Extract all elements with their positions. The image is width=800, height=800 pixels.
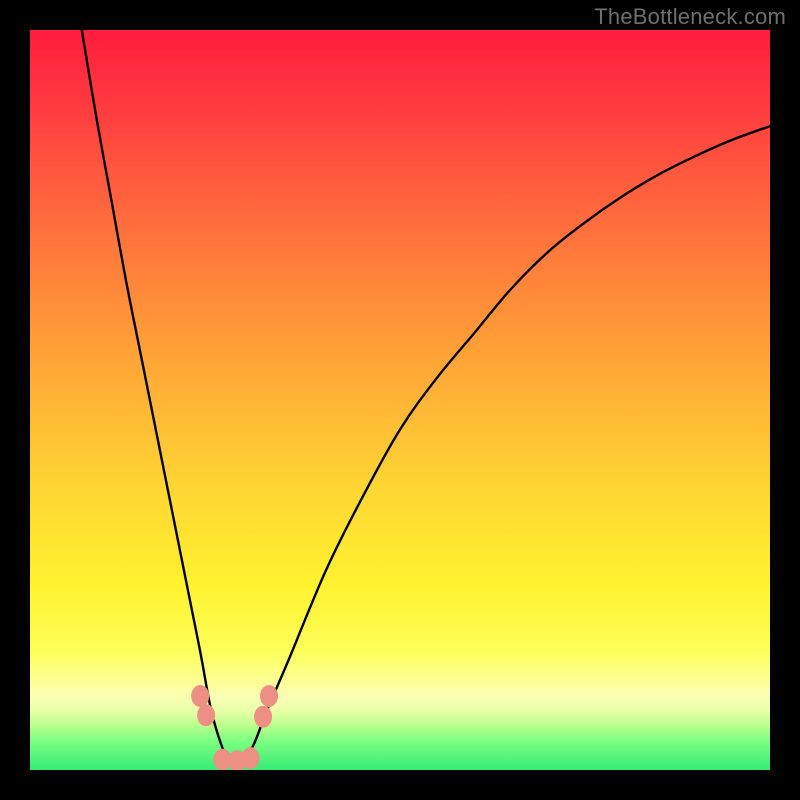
curve-layer [30, 30, 770, 770]
marker-bottom-right [242, 747, 260, 769]
watermark-text: TheBottleneck.com [594, 4, 786, 30]
plot-area [30, 30, 770, 770]
curve-markers [191, 685, 278, 770]
marker-left-upper [191, 685, 209, 707]
marker-right-lower [254, 706, 272, 728]
marker-left-lower [197, 704, 215, 726]
bottleneck-curve [82, 30, 770, 765]
chart-frame: TheBottleneck.com [0, 0, 800, 800]
marker-right-upper [260, 685, 278, 707]
